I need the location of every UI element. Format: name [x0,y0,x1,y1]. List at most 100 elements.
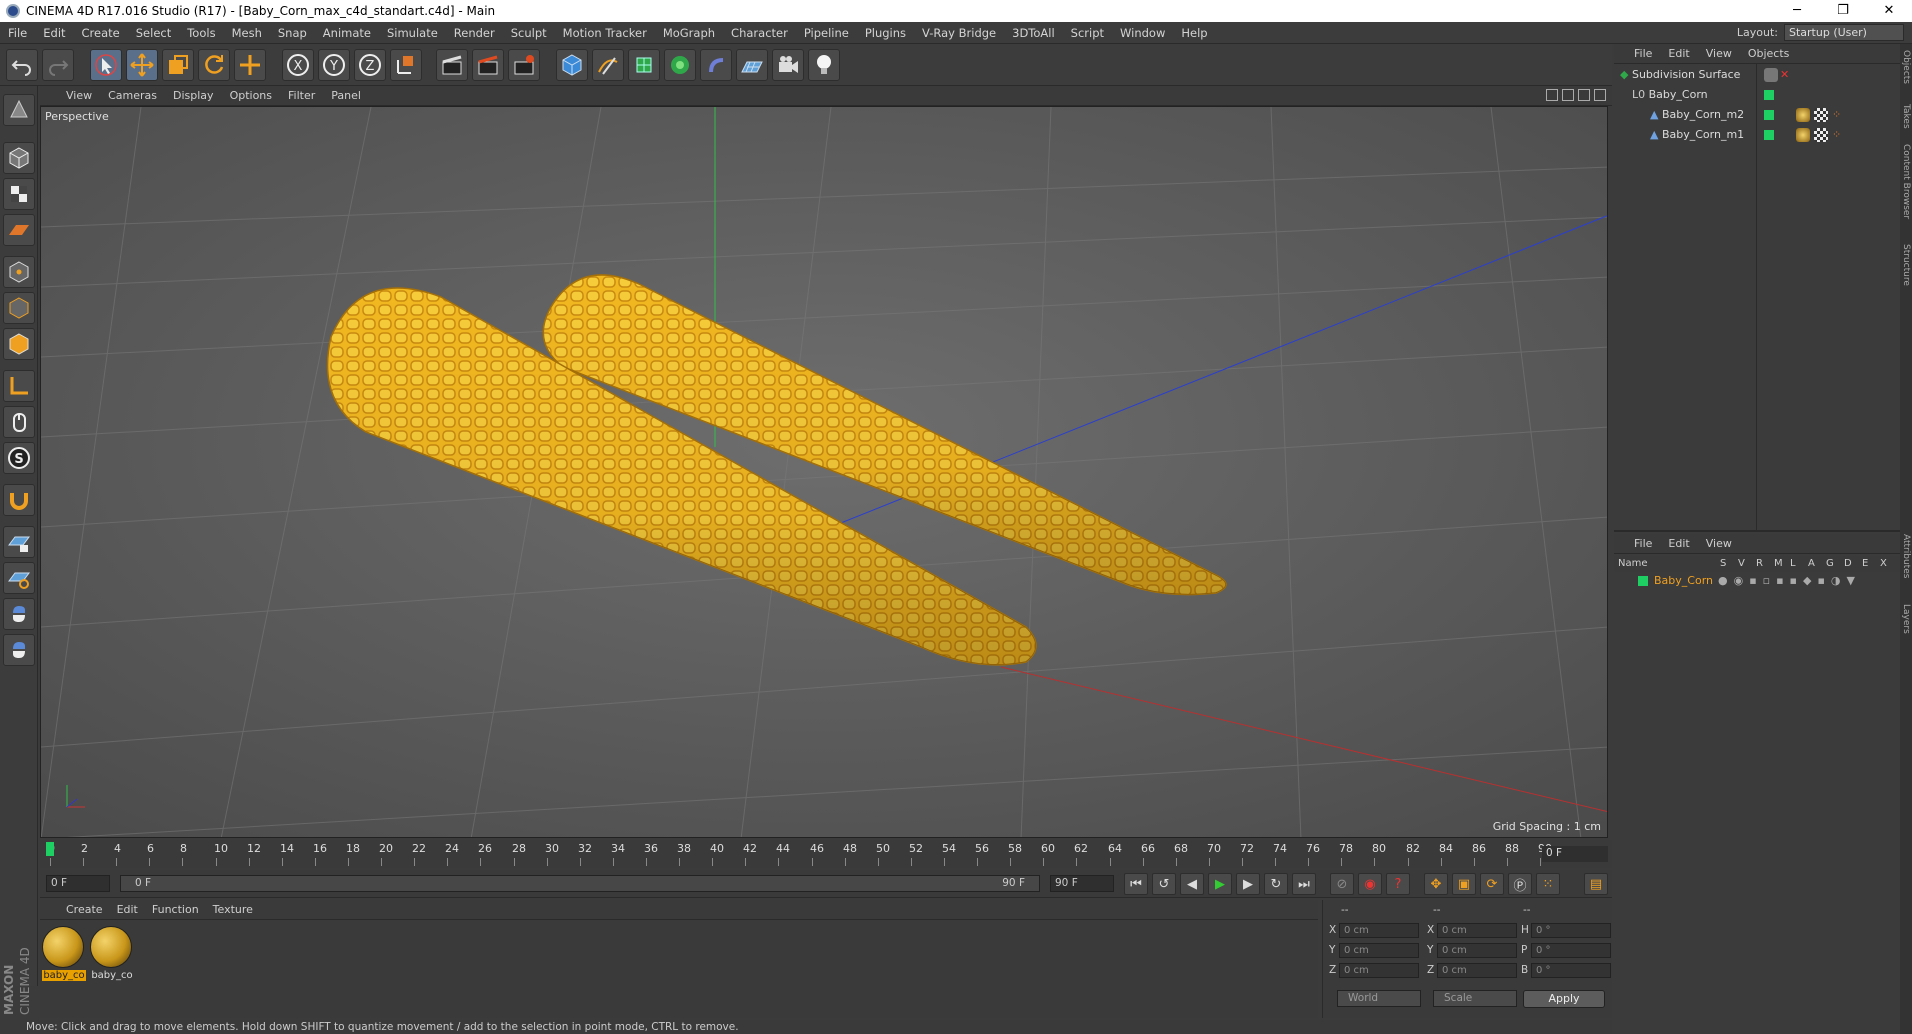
size-x-field[interactable]: 0 cm [1437,923,1517,938]
viewport-maximize-icon[interactable] [1594,89,1606,101]
goto-start-button[interactable]: ⏮ [1124,873,1148,895]
maximize-button[interactable]: ❐ [1820,0,1866,22]
menu-tools[interactable]: Tools [179,26,223,40]
object-row-subdivision[interactable]: ◆ Subdivision Surface [1620,66,1740,84]
workplane-mode-button[interactable] [3,214,35,246]
menu-simulate[interactable]: Simulate [379,26,446,40]
perspective-viewport[interactable]: Perspective Grid Spacing : 1 cm [40,106,1608,838]
previous-key-button[interactable]: ↺ [1152,873,1176,895]
subdivision-surface-button[interactable] [628,49,660,81]
viewport-move-icon[interactable] [1546,89,1558,101]
pos-x-field[interactable]: 0 cm [1339,923,1419,938]
rotate-tool-button[interactable] [198,49,230,81]
layer-color-tag[interactable] [1764,90,1774,100]
x-axis-button[interactable]: X [282,49,314,81]
object-row-baby-corn[interactable]: L0 Baby_Corn [1632,86,1708,104]
tab-objects[interactable]: Objects [1901,50,1911,84]
light-button[interactable] [808,49,840,81]
play-button[interactable]: ▶ [1208,873,1232,895]
size-y-field[interactable]: 0 cm [1437,943,1517,958]
material-tag-icon[interactable] [1796,108,1810,122]
om-menu-file[interactable]: File [1614,47,1660,60]
uvw-tag-icon[interactable] [1814,108,1828,122]
playhead-marker[interactable] [46,842,54,856]
key-parameter-button[interactable]: Ⓟ [1508,873,1532,895]
workplane-axis-button[interactable] [3,562,35,594]
viewport-zoom-icon[interactable] [1562,89,1574,101]
coordinate-mode-dropdown[interactable]: World [1337,990,1421,1007]
menu-motion-tracker[interactable]: Motion Tracker [555,26,655,40]
tab-takes[interactable]: Takes [1901,104,1911,129]
z-axis-button[interactable]: Z [354,49,386,81]
menu-vray-bridge[interactable]: V-Ray Bridge [914,26,1004,40]
layer-color-tag[interactable] [1764,130,1774,140]
om-menu-objects[interactable]: Objects [1740,47,1798,60]
disable-check-icon[interactable]: ✕ [1780,66,1789,84]
lm-menu-edit[interactable]: Edit [1660,537,1697,550]
material-swatch[interactable]: baby_co [42,926,86,981]
key-position-button[interactable]: ✥ [1424,873,1448,895]
timeline-ruler[interactable]: 0246810121416182022242628303234363840424… [40,840,1612,868]
menu-character[interactable]: Character [723,26,796,40]
object-row-baby-corn-m1[interactable]: ▲ Baby_Corn_m1 [1650,126,1744,144]
object-row-baby-corn-m2[interactable]: ▲ Baby_Corn_m2 [1650,106,1744,124]
menu-help[interactable]: Help [1173,26,1215,40]
camera-button[interactable] [772,49,804,81]
menu-file[interactable]: File [0,26,35,40]
phong-tag-icon[interactable]: ⁘ [1832,106,1841,124]
previous-frame-button[interactable]: ◀ [1180,873,1204,895]
menu-animate[interactable]: Animate [315,26,379,40]
menu-create[interactable]: Create [74,26,128,40]
viewport-menu-view[interactable]: View [40,89,100,102]
material-menu-function[interactable]: Function [145,903,206,916]
move-tool-button[interactable] [126,49,158,81]
viewport-menu-cameras[interactable]: Cameras [100,89,165,102]
menu-window[interactable]: Window [1112,26,1173,40]
scale-tool-button[interactable] [162,49,194,81]
viewport-menu-filter[interactable]: Filter [280,89,323,102]
render-picture-viewer-button[interactable] [472,49,504,81]
viewport-menu-panel[interactable]: Panel [323,89,369,102]
tab-layers[interactable]: Layers [1901,604,1911,634]
om-menu-view[interactable]: View [1698,47,1740,60]
cloner-button[interactable] [664,49,696,81]
next-key-button[interactable]: ↻ [1264,873,1288,895]
coordinate-system-button[interactable] [390,49,422,81]
magnet-button[interactable] [3,484,35,516]
viewport-menu-options[interactable]: Options [222,89,280,102]
apply-button[interactable]: Apply [1523,990,1605,1008]
menu-3dtoall[interactable]: 3DToAll [1004,26,1063,40]
cube-primitive-button[interactable] [556,49,588,81]
live-selection-button[interactable] [90,49,122,81]
layout-select[interactable]: Startup (User) [1784,24,1904,41]
record-button[interactable]: ◉ [1358,873,1382,895]
uvw-tag-icon[interactable] [1814,128,1828,142]
layer-color-swatch[interactable] [1638,576,1648,586]
motion-record-button[interactable]: ⊘ [1330,873,1354,895]
menu-render[interactable]: Render [446,26,503,40]
layer-flag-icons[interactable]: ●◉▪▫▪▪◆▪◑▼ [1718,572,1861,590]
layer-row-baby-corn[interactable]: Baby_Corn [1654,572,1713,590]
material-swatch[interactable]: baby_co [90,926,134,981]
points-mode-button[interactable] [3,256,35,288]
lm-menu-file[interactable]: File [1614,537,1660,550]
om-menu-edit[interactable]: Edit [1660,47,1697,60]
menu-pipeline[interactable]: Pipeline [796,26,857,40]
tab-content-browser[interactable]: Content Browser [1901,144,1911,219]
floor-button[interactable] [736,49,768,81]
frame-range-slider[interactable]: 0 F 90 F [120,875,1040,892]
polygons-mode-button[interactable] [3,328,35,360]
start-frame-field[interactable]: 0 F [46,875,110,892]
rot-h-field[interactable]: 0 ° [1531,923,1611,938]
next-frame-button[interactable]: ▶ [1236,873,1260,895]
current-frame-field[interactable]: 0 F [1542,846,1608,862]
frame-ruler[interactable]: 0246810121416182022242628303234363840424… [46,842,1552,866]
autokey-button[interactable]: ? [1386,873,1410,895]
material-menu-texture[interactable]: Texture [206,903,260,916]
deformer-button[interactable] [700,49,732,81]
make-editable-button[interactable] [3,94,35,126]
axis-mode-button[interactable] [3,370,35,402]
menu-sculpt[interactable]: Sculpt [503,26,555,40]
menu-mograph[interactable]: MoGraph [655,26,723,40]
phong-tag-icon[interactable]: ⁘ [1832,126,1841,144]
